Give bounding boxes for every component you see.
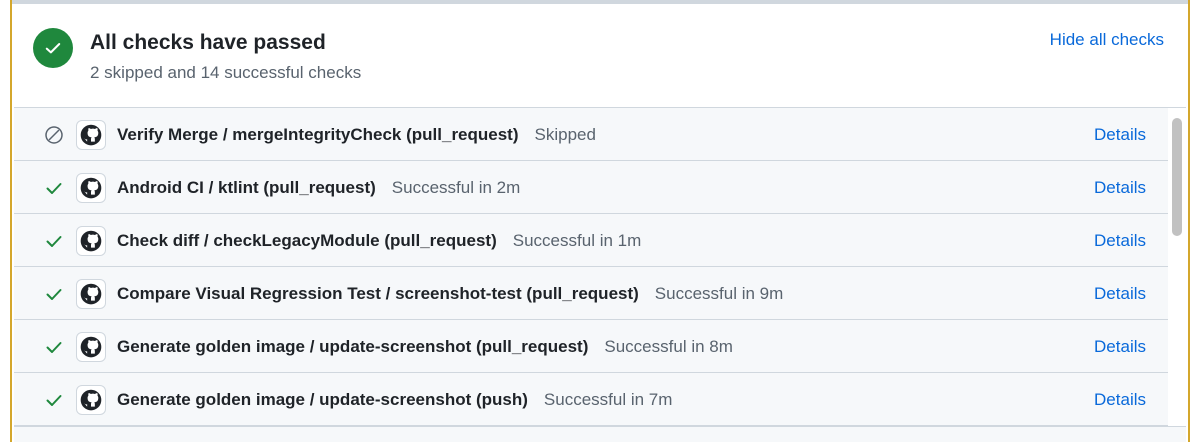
- check-name: Check diff / checkLegacyModule (pull_req…: [117, 230, 497, 250]
- partial-check-row: [14, 426, 1186, 442]
- check-status: Successful in 8m: [604, 336, 733, 356]
- check-name: Generate golden image / update-screensho…: [117, 389, 528, 409]
- highlight-border-right: [1188, 0, 1200, 442]
- check-status: Successful in 9m: [654, 283, 784, 303]
- check-row: Verify Merge / mergeIntegrityCheck (pull…: [14, 108, 1168, 161]
- checks-summary: All checks have passed 2 skipped and 14 …: [14, 4, 1186, 108]
- github-actions-icon: [76, 279, 106, 309]
- check-row-text: Check diff / checkLegacyModule (pull_req…: [117, 214, 641, 267]
- github-actions-icon: [76, 173, 106, 203]
- check-row: Generate golden image / update-screensho…: [14, 373, 1168, 426]
- checks-panel: All checks have passed 2 skipped and 14 …: [14, 4, 1186, 442]
- github-actions-icon: [76, 120, 106, 150]
- check-status: Successful in 2m: [391, 177, 521, 197]
- check-row: Android CI / ktlint (pull_request) Succe…: [14, 161, 1168, 214]
- check-row: Check diff / checkLegacyModule (pull_req…: [14, 214, 1168, 267]
- check-status: Successful in 7m: [543, 389, 673, 409]
- check-row-text: Verify Merge / mergeIntegrityCheck (pull…: [117, 108, 596, 161]
- check-icon: [44, 284, 64, 304]
- check-icon: [44, 231, 64, 251]
- check-status: Skipped: [534, 124, 596, 144]
- check-status: Successful in 1m: [512, 230, 642, 250]
- checks-list[interactable]: Verify Merge / mergeIntegrityCheck (pull…: [14, 108, 1168, 426]
- check-row-text: Generate golden image / update-screensho…: [117, 320, 733, 373]
- check-icon: [44, 337, 64, 357]
- check-name: Verify Merge / mergeIntegrityCheck (pull…: [117, 124, 519, 144]
- details-link[interactable]: Details: [1094, 267, 1146, 320]
- check-name: Compare Visual Regression Test / screens…: [117, 283, 639, 303]
- scrollbar-thumb[interactable]: [1172, 118, 1182, 236]
- check-row: Compare Visual Regression Test / screens…: [14, 267, 1168, 320]
- skipped-icon: [44, 125, 64, 145]
- github-actions-icon: [76, 226, 106, 256]
- checks-window: All checks have passed 2 skipped and 14 …: [0, 0, 1200, 442]
- github-actions-icon: [76, 332, 106, 362]
- summary-title: All checks have passed: [90, 31, 326, 54]
- check-name: Generate golden image / update-screensho…: [117, 336, 589, 356]
- check-icon: [44, 178, 64, 198]
- check-row-text: Generate golden image / update-screensho…: [117, 373, 672, 426]
- details-link[interactable]: Details: [1094, 320, 1146, 373]
- details-link[interactable]: Details: [1094, 108, 1146, 161]
- details-link[interactable]: Details: [1094, 161, 1146, 214]
- check-row-text: Compare Visual Regression Test / screens…: [117, 267, 783, 320]
- summary-subtitle: 2 skipped and 14 successful checks: [90, 63, 362, 82]
- details-link[interactable]: Details: [1094, 373, 1146, 426]
- check-name: Android CI / ktlint (pull_request): [117, 177, 376, 197]
- github-actions-icon: [76, 385, 106, 415]
- hide-all-checks-link[interactable]: Hide all checks: [1050, 30, 1164, 50]
- details-link[interactable]: Details: [1094, 214, 1146, 267]
- check-row: Generate golden image / update-screensho…: [14, 320, 1168, 373]
- check-icon: [44, 390, 64, 410]
- check-row-text: Android CI / ktlint (pull_request) Succe…: [117, 161, 520, 214]
- highlight-border-left: [0, 0, 12, 442]
- success-check-circle-icon: [33, 28, 73, 68]
- scrollbar-track[interactable]: [1168, 108, 1186, 426]
